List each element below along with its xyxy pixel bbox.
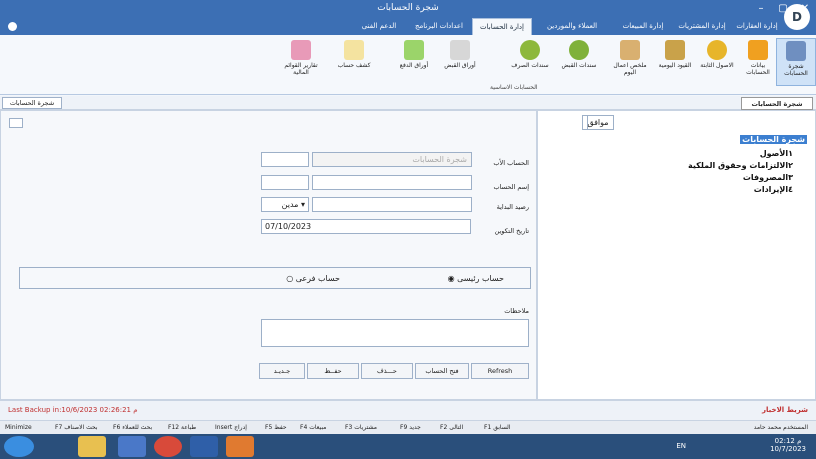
fkey-f4[interactable]: F4 مبيعات xyxy=(300,424,326,431)
title-bar: شجرة الحسابات – ▢ ✕ xyxy=(0,0,816,18)
fkey-f12[interactable]: F12 طباعة xyxy=(168,424,196,431)
ribbon-fixed-assets[interactable]: الاصول الثابتة xyxy=(697,38,737,86)
view-icon[interactable] xyxy=(9,118,23,128)
account-type-group: ◉ حساب رئيسى ○ حساب فرعى xyxy=(19,267,531,289)
tree-item-liabilities[interactable]: ٢الالتزامات وحقوق الملكية xyxy=(688,161,793,170)
language-indicator[interactable]: EN xyxy=(676,442,686,450)
app-icon[interactable] xyxy=(190,436,218,457)
tree-item-expenses[interactable]: ٣المصروفات xyxy=(743,173,793,182)
fkey-f1[interactable]: F1 السابق xyxy=(484,424,511,431)
fkey-f5[interactable]: F5 حفظ xyxy=(265,424,287,431)
office-icon[interactable] xyxy=(226,436,254,457)
tree-item-assets[interactable]: ١الأصول xyxy=(760,149,793,158)
tooltip: شجرة الحسابات xyxy=(741,97,813,110)
delete-button[interactable]: حـــذف xyxy=(361,363,413,379)
globe-icon xyxy=(707,40,727,60)
coin-in-icon xyxy=(569,40,589,60)
debit-credit-select[interactable]: مدين ▾ xyxy=(261,197,309,212)
minimize-button[interactable]: – xyxy=(750,0,772,18)
refresh-button[interactable]: Refresh xyxy=(471,363,529,379)
tab-sales[interactable]: إدارة المبيعات xyxy=(616,18,670,35)
clock[interactable]: 02:12 م 10/7/2023 xyxy=(770,437,806,453)
save-button[interactable]: حفــظ xyxy=(307,363,359,379)
fkey-f2[interactable]: F2 التالى xyxy=(440,424,463,431)
sub-account-radio[interactable]: ○ حساب فرعى xyxy=(286,274,340,283)
account-name-label: إسم الحساب xyxy=(493,183,529,191)
fkey-f6[interactable]: F6 بحث للعملاء xyxy=(113,424,152,431)
account-name-field[interactable] xyxy=(312,175,472,190)
ribbon-payables[interactable]: أوراق الدفع xyxy=(394,38,434,86)
notes-field[interactable] xyxy=(261,319,529,347)
tab-support[interactable]: الدعم الفنى xyxy=(354,18,404,35)
news-ticker: شريط الاخبار xyxy=(762,406,808,414)
ribbon-receipts[interactable]: سندات القبض xyxy=(556,38,602,86)
fkey-f9[interactable]: F9 جديد xyxy=(400,424,421,431)
tree-item-revenues[interactable]: ٤الإيرادات xyxy=(754,185,793,194)
form-panel: الحساب الأب شجرة الحسابات إسم الحساب رصي… xyxy=(0,110,537,400)
main-account-radio[interactable]: ◉ حساب رئيسى xyxy=(448,274,504,283)
fkey-insert[interactable]: Insert إدراج xyxy=(215,424,247,431)
ribbon-receivables[interactable]: أوراق القبض xyxy=(440,38,480,86)
ribbon-statement[interactable]: كشف حساب xyxy=(334,38,374,86)
battery-icon xyxy=(404,40,424,60)
date-field[interactable]: 07/10/2023 xyxy=(261,219,471,234)
tab-customers[interactable]: العملاء والموردين xyxy=(534,18,610,35)
opening-balance-label: رصيد البداية xyxy=(496,203,529,211)
status-bar: Last Backup in:10/6/2023 02:26:21 م شريط… xyxy=(0,400,816,420)
parent-label: الحساب الأب xyxy=(493,159,529,167)
fkey-f3[interactable]: F3 مشتريات xyxy=(345,424,377,431)
parent-field[interactable]: شجرة الحسابات xyxy=(312,152,472,167)
media-icon[interactable] xyxy=(118,436,146,457)
note-icon xyxy=(344,40,364,60)
tree-icon xyxy=(786,41,806,61)
ribbon-financial-reports[interactable]: تقارير القوائم المالية xyxy=(278,38,324,86)
pane-tab[interactable]: شجرة الحسابات xyxy=(2,97,62,109)
opening-balance-field[interactable] xyxy=(312,197,472,212)
ribbon-account-data[interactable]: بيانات الحسابات xyxy=(738,38,778,86)
app-logo: D xyxy=(784,4,810,30)
notes-label: ملاحظات xyxy=(504,307,529,315)
taskbar: EN 02:12 م 10/7/2023 xyxy=(0,434,816,459)
parent-code-field[interactable] xyxy=(261,152,309,167)
function-keys-bar: Minimize F7 بحث الاصناف F6 بحث للعملاء F… xyxy=(0,420,816,434)
tab-real-estate[interactable]: إدارة العقارات xyxy=(734,18,780,35)
clipboard-icon xyxy=(620,40,640,60)
fkey-minimize[interactable]: Minimize xyxy=(5,424,32,431)
pen-icon xyxy=(450,40,470,60)
tab-accounts[interactable]: إدارة الحسابات xyxy=(472,18,532,35)
ribbon-payments[interactable]: سندات الصرف xyxy=(508,38,552,86)
ribbon-group-label: الحسابات الاساسية xyxy=(490,84,538,91)
ribbon-daily-summary[interactable]: ملخص اعمال اليوم xyxy=(610,38,650,86)
user-info: المستخدم محمد حامد xyxy=(753,424,808,431)
open-account-button[interactable]: فتح الحساب xyxy=(415,363,469,379)
date-label: تاريخ التكوين xyxy=(494,227,529,235)
new-button[interactable]: جـديـد xyxy=(259,363,305,379)
scale-icon xyxy=(665,40,685,60)
ribbon-journal[interactable]: القيود اليومية xyxy=(655,38,695,86)
chrome-icon[interactable] xyxy=(154,436,182,457)
last-backup: Last Backup in:10/6/2023 02:26:21 م xyxy=(8,406,138,414)
tree-panel: موافق شجرة الحسابات ١الأصول ٢الالتزامات … xyxy=(537,110,816,400)
tree-root[interactable]: شجرة الحسابات xyxy=(740,135,807,144)
ribbon-tabs: D إدارة العقارات إدارة المشتريات إدارة ا… xyxy=(0,4,816,35)
coin-out-icon xyxy=(520,40,540,60)
grid-icon xyxy=(291,40,311,60)
box-icon xyxy=(748,40,768,60)
tab-purchases[interactable]: إدارة المشتريات xyxy=(674,18,730,35)
tab-settings[interactable]: اعدادات البرنامج xyxy=(408,18,470,35)
ribbon: شجرة الحسابات بيانات الحسابات الاصول الث… xyxy=(0,35,816,95)
ribbon-chart-of-accounts[interactable]: شجرة الحسابات xyxy=(776,38,816,86)
filter-dropdown[interactable] xyxy=(582,115,588,130)
fkey-f7[interactable]: F7 بحث الاصناف xyxy=(55,424,98,431)
start-icon[interactable] xyxy=(4,436,34,457)
explorer-icon[interactable] xyxy=(78,436,106,457)
pane-header: شجرة الحسابات xyxy=(0,96,816,110)
window-title: شجرة الحسابات xyxy=(377,3,439,13)
account-code-field[interactable] xyxy=(261,175,309,190)
help-icon[interactable] xyxy=(8,22,17,31)
